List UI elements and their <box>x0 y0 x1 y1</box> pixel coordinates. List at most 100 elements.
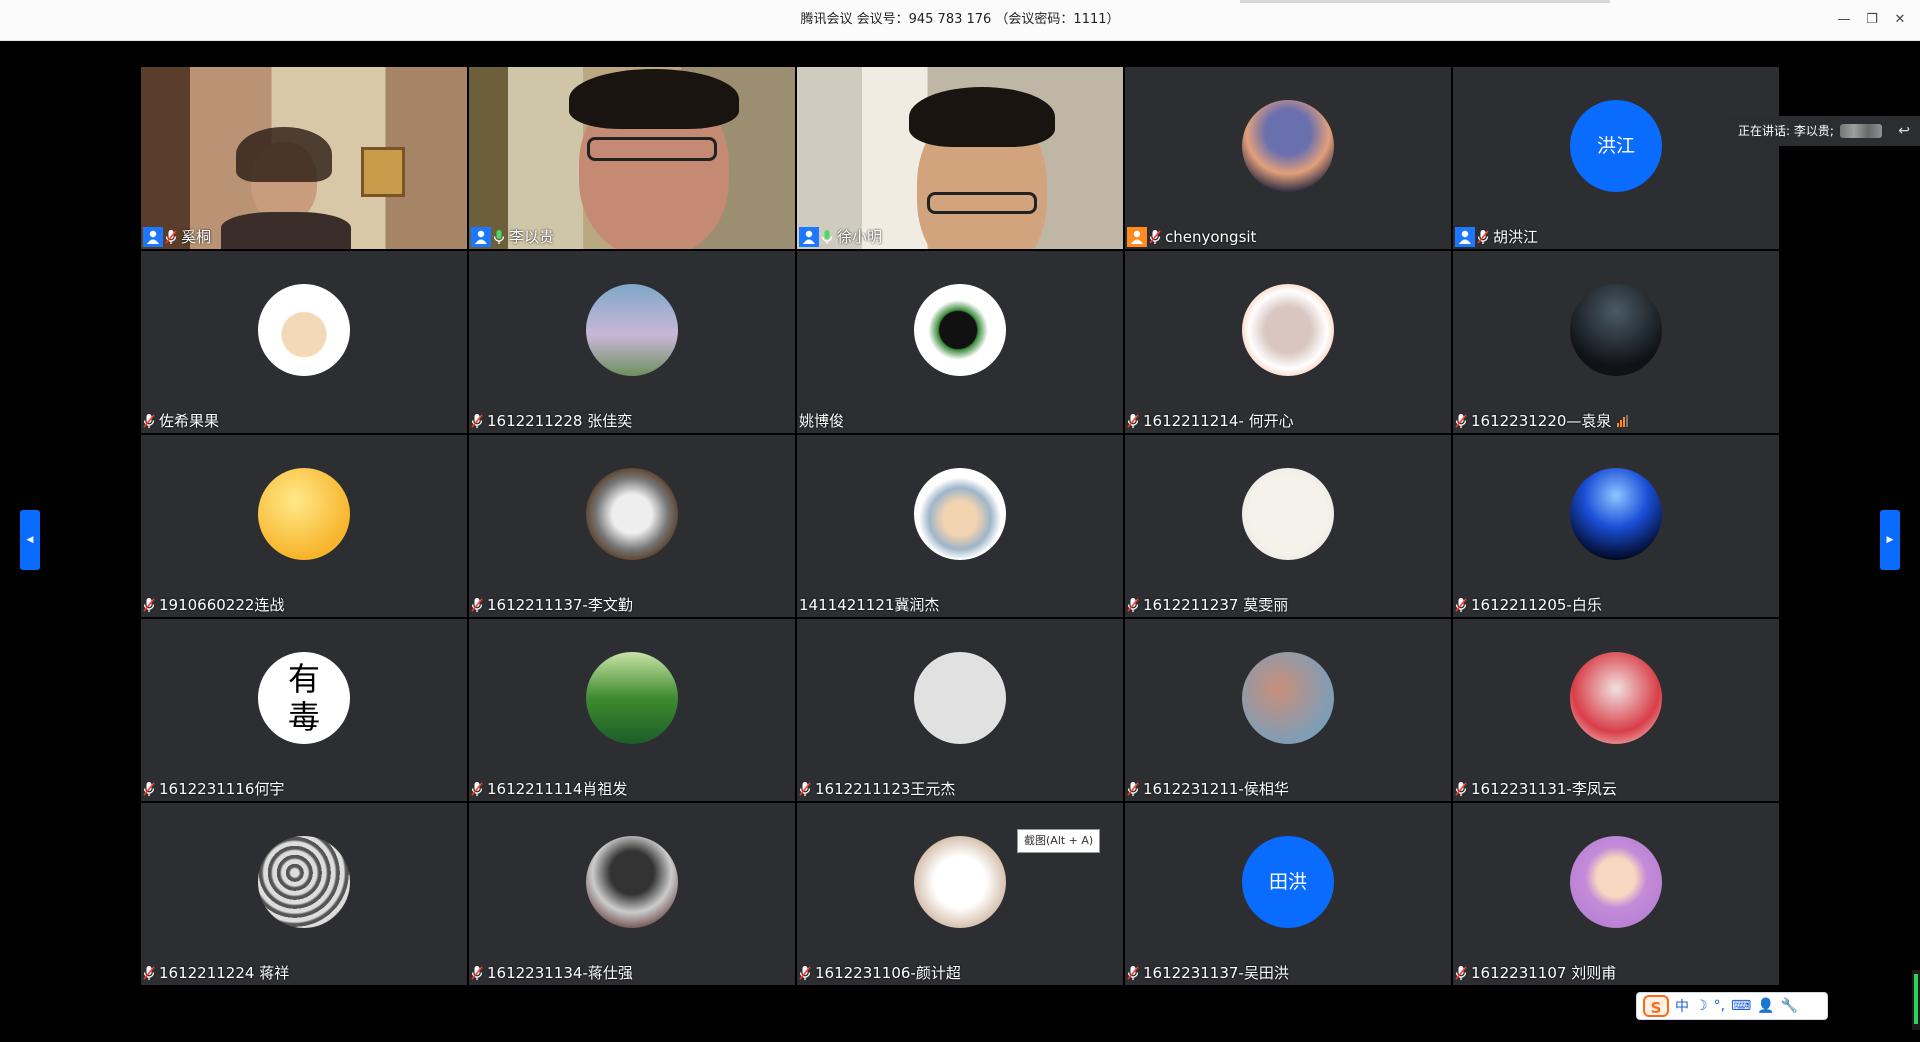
participant-name-bar: 佐希果果 <box>143 411 219 431</box>
participant-name: 1612231220—袁泉 <box>1471 412 1612 430</box>
participant-avatar <box>1570 836 1662 928</box>
participant-tile[interactable]: 田洪 1612231137-吴田洪 <box>1125 803 1451 985</box>
participant-name: 1612231131-李凤云 <box>1471 780 1617 798</box>
participant-tile[interactable]: 洪江 胡洪江 <box>1453 67 1779 249</box>
next-page-arrow-icon[interactable]: ▶ <box>1880 510 1900 570</box>
host-badge-icon <box>143 227 163 247</box>
mic-muted-icon <box>1455 597 1469 613</box>
participant-avatar: 有 毒 <box>258 652 350 744</box>
participant-video <box>469 67 795 249</box>
mic-muted-icon <box>1477 229 1491 245</box>
participant-name-bar: 1612231106-颜计超 <box>799 963 961 983</box>
participant-name-bar: 1612211228 张佳奕 <box>471 411 632 431</box>
participant-avatar <box>586 836 678 928</box>
top-overlay-strip <box>1240 0 1610 3</box>
participant-name: 1612231137-吴田洪 <box>1143 964 1289 982</box>
screenshot-tooltip: 截图(Alt + A) <box>1017 829 1101 853</box>
scrollbar[interactable] <box>1912 970 1920 1030</box>
participant-name-bar: 1612211205-白乐 <box>1455 595 1602 615</box>
ime-toolbar[interactable]: S 中 ☽ °, ⌨ 👤 🔧 <box>1636 992 1828 1020</box>
participant-tile[interactable]: chenyongsit <box>1125 67 1451 249</box>
participant-tile[interactable]: 佐希果果 <box>141 251 467 433</box>
participant-avatar <box>1242 652 1334 744</box>
participant-name-bar: 1910660222连战 <box>143 595 284 615</box>
participant-tile[interactable]: 1612211123王元杰 <box>797 619 1123 801</box>
participant-tile[interactable]: 1612211137-李文勤 <box>469 435 795 617</box>
window-title: 腾讯会议 会议号：945 783 176 （会议密码：1111） <box>800 12 1120 27</box>
participant-tile[interactable]: 有 毒 1612231116何宇 <box>141 619 467 801</box>
participant-avatar <box>258 836 350 928</box>
mic-on-icon <box>493 229 507 245</box>
participant-tile[interactable]: 姚博俊 <box>797 251 1123 433</box>
participant-tile[interactable]: 1612211114肖祖发 <box>469 619 795 801</box>
moon-icon[interactable]: ☽ <box>1695 998 1708 1014</box>
participant-tile[interactable]: 1612211205-白乐 <box>1453 435 1779 617</box>
participant-tile[interactable]: 1612211228 张佳奕 <box>469 251 795 433</box>
minimize-icon[interactable]: — <box>1832 8 1856 32</box>
participant-name-bar: 徐小明 <box>799 227 882 247</box>
participant-name: 1612231116何宇 <box>159 780 285 798</box>
keyboard-icon[interactable]: ⌨ <box>1731 998 1751 1014</box>
participant-name-bar: 1612231220—袁泉 <box>1455 411 1629 431</box>
participant-name: chenyongsit <box>1165 228 1257 246</box>
cohost-badge-icon <box>1127 227 1147 247</box>
participant-name-bar: 1612231211-侯相华 <box>1127 779 1289 799</box>
participant-tile[interactable]: 1612231107 刘则甫 <box>1453 803 1779 985</box>
ime-lang-toggle[interactable]: 中 <box>1675 996 1689 1016</box>
mic-muted-icon <box>143 413 157 429</box>
participant-avatar <box>1242 468 1334 560</box>
close-icon[interactable]: ✕ <box>1888 8 1912 32</box>
participant-tile[interactable]: 1612231134-蒋仕强 <box>469 803 795 985</box>
participant-tile[interactable]: 1910660222连战 <box>141 435 467 617</box>
restore-icon[interactable]: ❐ <box>1860 8 1884 32</box>
mic-muted-icon <box>1455 781 1469 797</box>
participant-tile[interactable]: 1612211237 莫雯丽 <box>1125 435 1451 617</box>
mic-muted-icon <box>471 413 485 429</box>
participant-name-bar: 1612211214- 何开心 <box>1127 411 1294 431</box>
participant-name: 1612211224 蒋祥 <box>159 964 290 982</box>
participant-tile[interactable]: 徐小明 <box>797 67 1123 249</box>
participant-avatar: 田洪 <box>1242 836 1334 928</box>
participant-avatar <box>914 652 1006 744</box>
participant-name-bar: 奚桐 <box>143 227 211 247</box>
participant-name-bar: 1612231116何宇 <box>143 779 284 799</box>
participant-name: 佐希果果 <box>159 412 220 430</box>
participant-tile[interactable]: 1612231220—袁泉 <box>1453 251 1779 433</box>
participant-name: 1612231106-颜计超 <box>815 964 961 982</box>
participant-name-bar: 1612211123王元杰 <box>799 779 955 799</box>
punctuation-icon[interactable]: °, <box>1714 998 1725 1014</box>
participant-name: 1612231211-侯相华 <box>1143 780 1289 798</box>
participant-name-bar: 1612211137-李文勤 <box>471 595 633 615</box>
active-speaker-indicator[interactable]: 正在讲话: 李以贵; ↩ <box>1728 116 1920 146</box>
participant-tile[interactable]: 1612231211-侯相华 <box>1125 619 1451 801</box>
network-signal-icon <box>1617 415 1629 427</box>
collapse-icon[interactable]: ↩ <box>1898 116 1910 146</box>
participant-name: 1612231134-蒋仕强 <box>487 964 633 982</box>
participant-name: 1910660222连战 <box>159 596 285 614</box>
participant-name-bar: 1411421121冀润杰 <box>799 595 939 615</box>
participant-grid: 奚桐 李以贵 徐小明 chenyongsit 洪江 胡洪江佐希果果 1612211228 张… <box>141 67 1779 985</box>
mic-muted-icon <box>1127 597 1141 613</box>
participant-name: 1411421121冀润杰 <box>799 596 940 614</box>
mic-muted-icon <box>1455 413 1469 429</box>
prev-page-arrow-icon[interactable]: ◀ <box>20 510 40 570</box>
participant-name-bar: 胡洪江 <box>1455 227 1538 247</box>
participant-tile[interactable]: 1612231131-李凤云 <box>1453 619 1779 801</box>
participant-name-bar: 1612231107 刘则甫 <box>1455 963 1616 983</box>
mic-muted-icon <box>799 781 813 797</box>
participant-name: 1612211214- 何开心 <box>1143 412 1294 430</box>
participant-tile[interactable]: 1612211214- 何开心 <box>1125 251 1451 433</box>
participant-tile[interactable]: 李以贵 <box>469 67 795 249</box>
participant-name-bar: 李以贵 <box>471 227 554 247</box>
user-icon[interactable]: 👤 <box>1757 998 1774 1014</box>
participant-name-bar: 1612211114肖祖发 <box>471 779 627 799</box>
participant-tile[interactable]: 奚桐 <box>141 67 467 249</box>
participant-avatar <box>258 284 350 376</box>
title-bar: 腾讯会议 会议号：945 783 176 （会议密码：1111） — ❐ ✕ <box>0 0 1920 41</box>
participant-name: 1612211228 张佳奕 <box>487 412 633 430</box>
wrench-icon[interactable]: 🔧 <box>1781 998 1798 1014</box>
participant-tile[interactable]: 1411421121冀润杰 <box>797 435 1123 617</box>
participant-avatar <box>1570 284 1662 376</box>
participant-tile[interactable]: 1612211224 蒋祥 <box>141 803 467 985</box>
participant-video <box>141 67 467 249</box>
